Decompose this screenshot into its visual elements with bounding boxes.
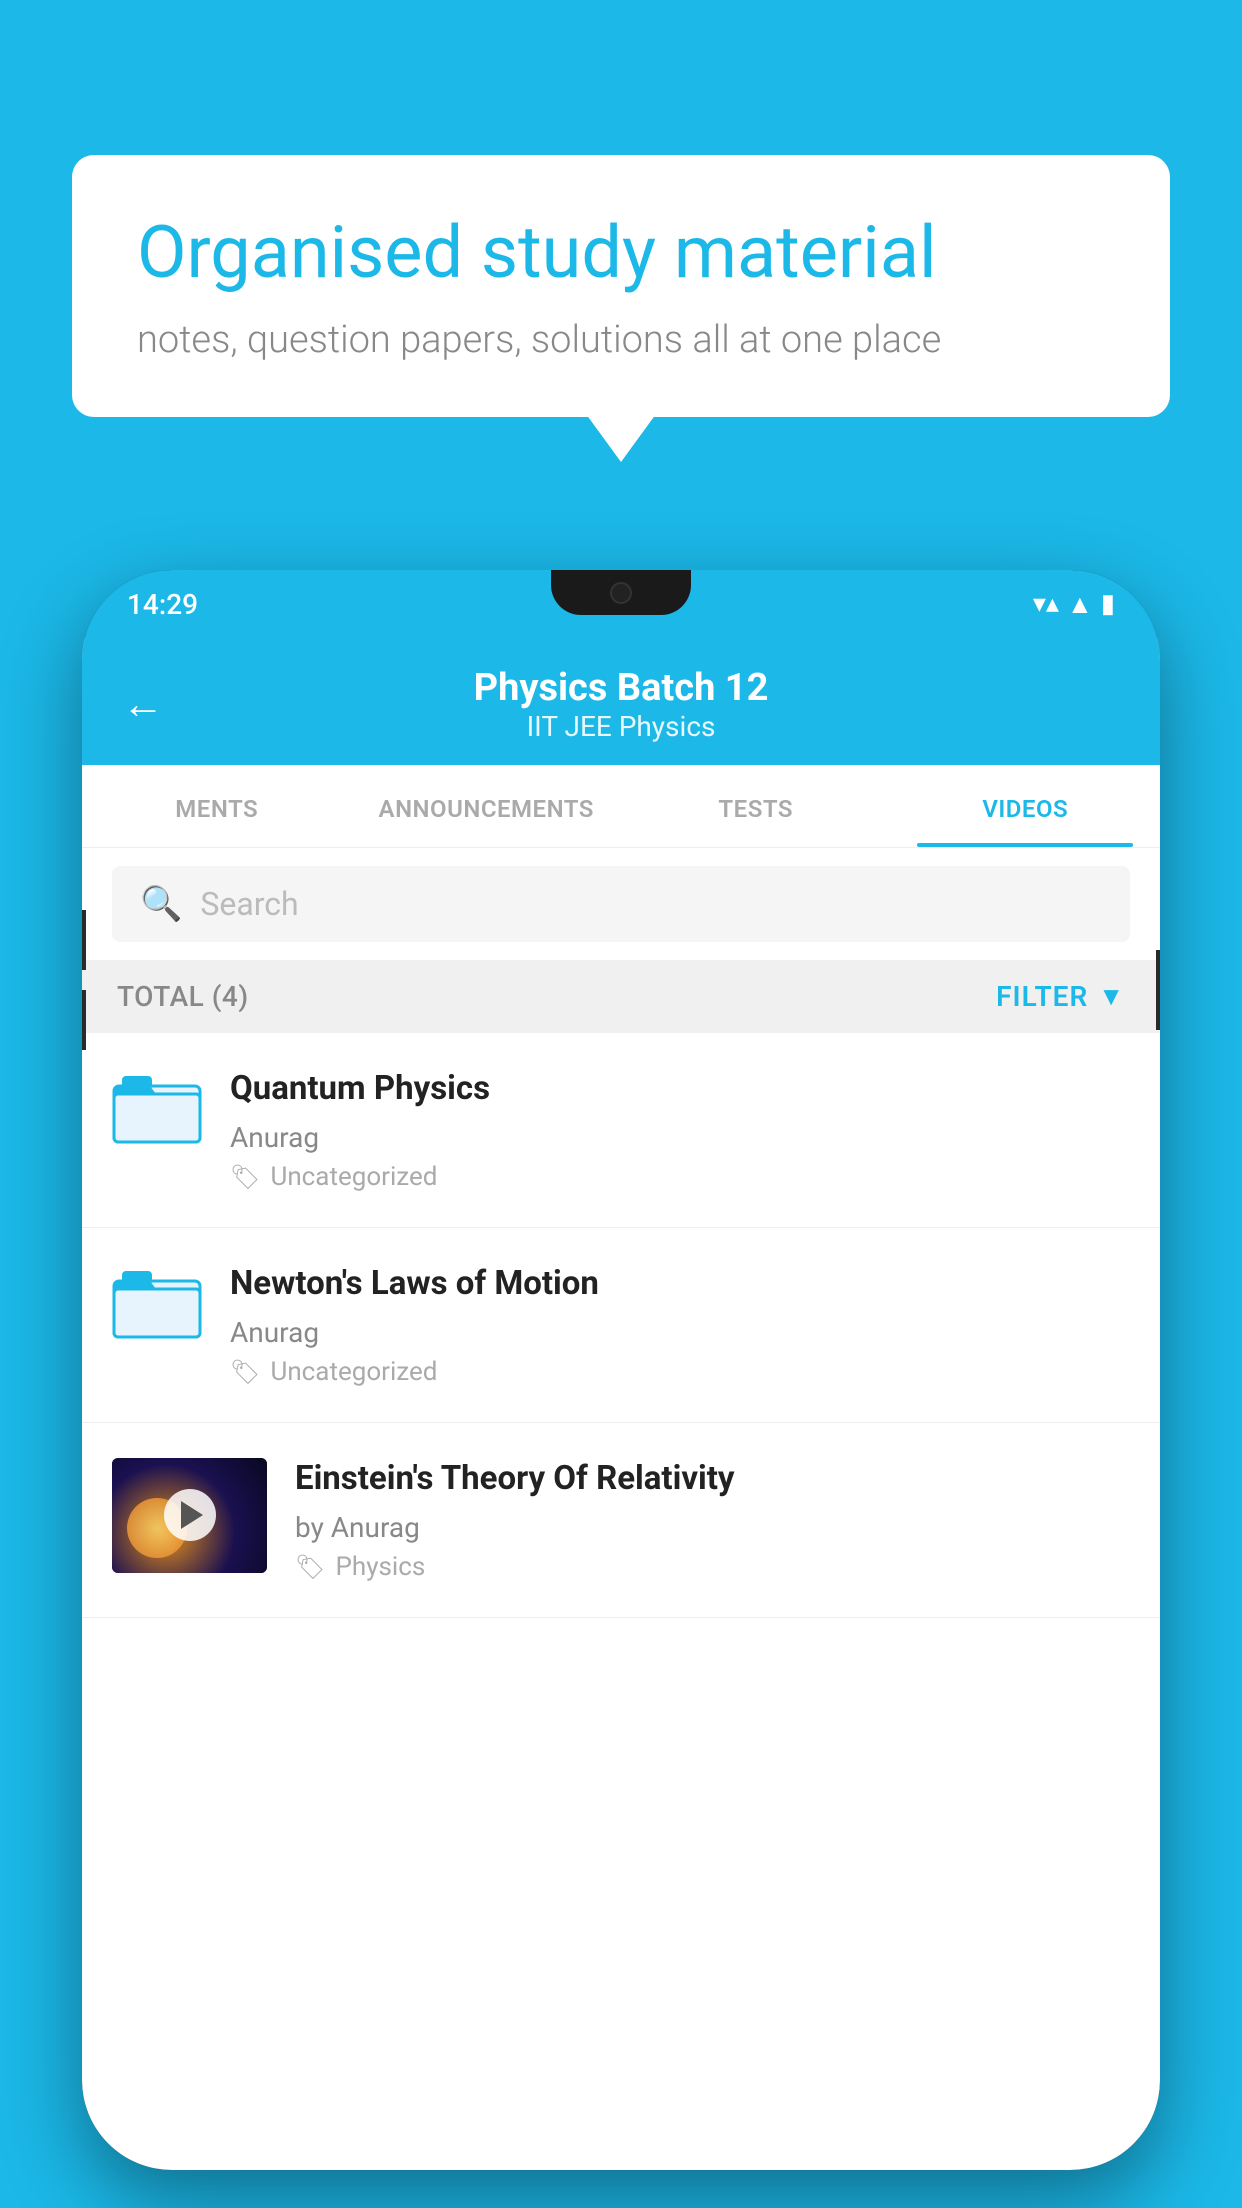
speech-bubble: Organised study material notes, question… xyxy=(72,155,1170,417)
status-bar: 14:29 ▾▴ ▲ ▮ xyxy=(82,570,1160,638)
video-info: Einstein's Theory Of Relativity by Anura… xyxy=(295,1458,1130,1582)
video-info: Quantum Physics Anurag 🏷 Uncategorized xyxy=(230,1068,1130,1192)
volume-down-button[interactable] xyxy=(82,990,86,1050)
filter-button[interactable]: FILTER ▼ xyxy=(996,980,1125,1013)
folder-icon xyxy=(112,1068,202,1148)
list-item[interactable]: Einstein's Theory Of Relativity by Anura… xyxy=(82,1423,1160,1618)
play-icon xyxy=(181,1501,203,1529)
folder-icon xyxy=(112,1263,202,1343)
tab-tests[interactable]: TESTS xyxy=(621,765,891,847)
search-icon: 🔍 xyxy=(140,884,182,924)
status-time: 14:29 xyxy=(127,588,198,621)
phone-screen: ← Physics Batch 12 IIT JEE Physics MENTS… xyxy=(82,638,1160,2170)
tag-icon: 🏷 xyxy=(295,1553,325,1581)
search-bar-container: 🔍 Search xyxy=(82,848,1160,960)
video-author: Anurag xyxy=(230,1316,1130,1349)
wifi-icon: ▾▴ xyxy=(1033,589,1059,619)
video-title: Einstein's Theory Of Relativity xyxy=(295,1458,1130,1501)
header-subtitle: IIT JEE Physics xyxy=(194,710,1048,743)
header-title-block: Physics Batch 12 IIT JEE Physics xyxy=(194,666,1048,743)
tab-videos[interactable]: VIDEOS xyxy=(891,765,1161,847)
tab-ments[interactable]: MENTS xyxy=(82,765,352,847)
search-bar[interactable]: 🔍 Search xyxy=(112,866,1130,942)
video-title: Quantum Physics xyxy=(230,1068,1130,1111)
bubble-title: Organised study material xyxy=(137,210,1105,296)
total-count: TOTAL (4) xyxy=(117,980,249,1013)
video-author: by Anurag xyxy=(295,1511,1130,1544)
play-button[interactable] xyxy=(164,1489,216,1541)
video-tag: 🏷 Physics xyxy=(295,1552,1130,1582)
tag-label: Physics xyxy=(335,1552,425,1582)
header-title: Physics Batch 12 xyxy=(194,666,1048,710)
video-thumbnail xyxy=(112,1458,267,1573)
by-prefix: by xyxy=(295,1511,324,1544)
list-item[interactable]: Newton's Laws of Motion Anurag 🏷 Uncateg… xyxy=(82,1228,1160,1423)
filter-icon: ▼ xyxy=(1098,981,1125,1012)
tag-icon: 🏷 xyxy=(230,1163,260,1191)
author-name: Anurag xyxy=(331,1511,420,1544)
speech-bubble-container: Organised study material notes, question… xyxy=(72,155,1170,417)
camera xyxy=(610,582,632,604)
search-placeholder: Search xyxy=(200,885,298,923)
status-icons: ▾▴ ▲ ▮ xyxy=(1033,589,1115,620)
back-button[interactable]: ← xyxy=(122,680,164,729)
tabs-bar: MENTS ANNOUNCEMENTS TESTS VIDEOS xyxy=(82,765,1160,848)
video-author: Anurag xyxy=(230,1121,1130,1154)
filter-label: FILTER xyxy=(996,980,1088,1013)
phone-notch xyxy=(551,570,691,615)
video-list: Quantum Physics Anurag 🏷 Uncategorized xyxy=(82,1033,1160,1618)
battery-icon: ▮ xyxy=(1101,589,1115,619)
phone-mockup: 14:29 ▾▴ ▲ ▮ ← Physics Batch 12 IIT JEE … xyxy=(82,570,1160,2170)
bubble-subtitle: notes, question papers, solutions all at… xyxy=(137,318,1105,362)
signal-icon: ▲ xyxy=(1067,589,1093,620)
filter-bar: TOTAL (4) FILTER ▼ xyxy=(82,960,1160,1033)
tag-icon: 🏷 xyxy=(230,1358,260,1386)
tab-announcements[interactable]: ANNOUNCEMENTS xyxy=(352,765,622,847)
tag-label: Uncategorized xyxy=(270,1357,437,1387)
list-item[interactable]: Quantum Physics Anurag 🏷 Uncategorized xyxy=(82,1033,1160,1228)
video-tag: 🏷 Uncategorized xyxy=(230,1357,1130,1387)
video-title: Newton's Laws of Motion xyxy=(230,1263,1130,1306)
volume-up-button[interactable] xyxy=(82,910,86,970)
app-header: ← Physics Batch 12 IIT JEE Physics xyxy=(82,638,1160,765)
tag-label: Uncategorized xyxy=(270,1162,437,1192)
video-info: Newton's Laws of Motion Anurag 🏷 Uncateg… xyxy=(230,1263,1130,1387)
video-tag: 🏷 Uncategorized xyxy=(230,1162,1130,1192)
power-button[interactable] xyxy=(1156,950,1160,1030)
